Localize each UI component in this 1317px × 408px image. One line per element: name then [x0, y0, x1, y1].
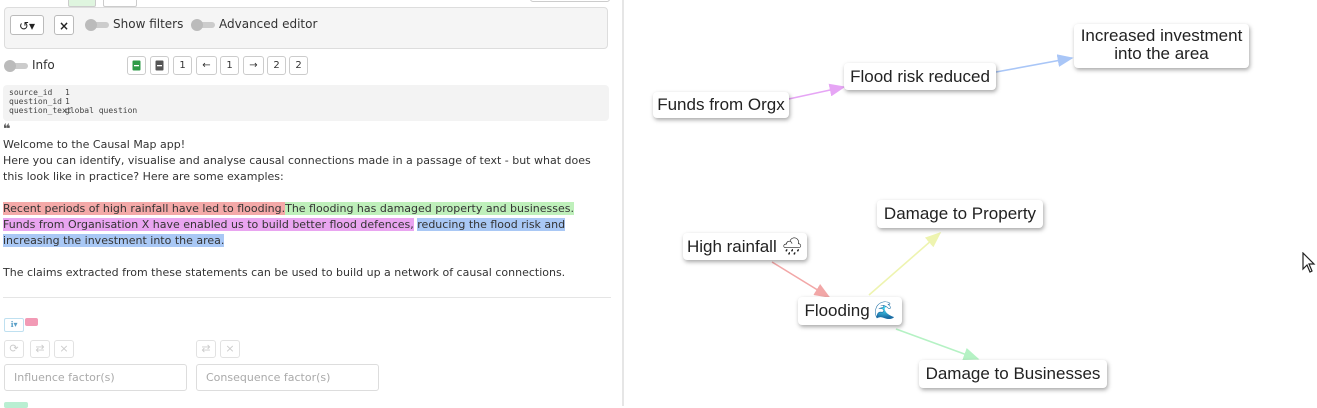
refresh-icon[interactable]: ⟳: [4, 340, 24, 358]
current-source-number[interactable]: 1: [173, 56, 192, 75]
edge-flooding-to-property[interactable]: [868, 231, 942, 296]
meta-value: 1: [65, 88, 70, 97]
highlight-quote[interactable]: The flooding has damaged property and bu…: [285, 202, 574, 215]
edge-funds-to-flood-risk[interactable]: [783, 83, 846, 101]
statement-outro: The claims extracted from these statemen…: [3, 266, 566, 279]
clear-icon[interactable]: ×: [220, 340, 240, 358]
clear-button[interactable]: ×: [54, 15, 74, 35]
next-button[interactable]: →: [243, 56, 264, 75]
meta-row: source_id 1: [9, 88, 70, 97]
highlight-quote[interactable]: Funds from Organisation X have enabled u…: [3, 218, 414, 231]
filter-bar: ↺▾ × Show filters Advanced editor: [4, 7, 608, 49]
first-statement-button[interactable]: [127, 56, 146, 75]
meta-key: source_id: [9, 88, 53, 97]
statement-panel: ↺▾ × Show filters Advanced editor Info 1…: [0, 0, 622, 408]
top-right-control-stub[interactable]: [530, 0, 610, 2]
intro-line: Here you can identify, visualise and ana…: [3, 154, 591, 183]
advanced-editor-toggle[interactable]: Advanced editor: [191, 17, 318, 31]
edge-flood-risk-to-investment[interactable]: [995, 54, 1074, 73]
quote-icon: ❝: [3, 122, 11, 137]
meta-key: question_text: [9, 106, 72, 115]
toggle-switch-icon[interactable]: [4, 59, 28, 72]
meta-row: question_id 1: [9, 97, 70, 106]
meta-value: 1: [65, 97, 70, 106]
edge-flooding-to-businesses[interactable]: [895, 328, 980, 361]
link-tag[interactable]: [4, 402, 28, 408]
last-page-button[interactable]: 2: [267, 56, 286, 75]
advanced-editor-label: Advanced editor: [219, 17, 318, 31]
consequence-factor-input[interactable]: Consequence factor(s): [196, 364, 379, 391]
previous-button[interactable]: ←: [196, 56, 217, 75]
info-dropdown-icon[interactable]: ℹ▾: [4, 318, 24, 332]
show-filters-toggle[interactable]: Show filters: [85, 17, 184, 31]
intro-line: Welcome to the Causal Map app!: [3, 138, 186, 151]
meta-key: question_id: [9, 97, 62, 106]
toggle-switch-icon[interactable]: [191, 18, 215, 31]
swap-icon[interactable]: ⇄: [30, 340, 50, 358]
edge-rainfall-to-flooding[interactable]: [771, 261, 831, 298]
highlight-quote[interactable]: Recent periods of high rainfall have led…: [3, 202, 286, 215]
swap-icon[interactable]: ⇄: [196, 340, 216, 358]
statement-intro: Welcome to the Causal Map app! Here you …: [3, 137, 608, 185]
meta-row: question_textglobal question: [9, 106, 137, 115]
node-funds-from-orgx[interactable]: Funds from Orgx: [653, 92, 789, 118]
node-damage-to-businesses[interactable]: Damage to Businesses: [919, 360, 1107, 388]
document-green-icon: [132, 60, 141, 71]
mouse-cursor-icon: [1302, 252, 1316, 273]
node-high-rainfall[interactable]: High rainfall 🌧: [683, 233, 807, 260]
info-label: Info: [32, 58, 55, 72]
color-tag[interactable]: [25, 318, 38, 326]
statement-metadata: source_id 1 question_id 1 question_textglo…: [3, 85, 609, 121]
node-flood-risk-reduced[interactable]: Flood risk reduced: [844, 63, 996, 90]
clear-icon[interactable]: ×: [54, 340, 74, 358]
tab-stub[interactable]: [68, 0, 96, 7]
node-flooding[interactable]: Flooding 🌊: [798, 297, 902, 325]
toggle-switch-icon[interactable]: [85, 18, 109, 31]
statement-highlights: Recent periods of high rainfall have led…: [3, 201, 608, 249]
undo-dropdown-button[interactable]: ↺▾: [10, 15, 44, 35]
node-damage-to-property[interactable]: Damage to Property: [877, 200, 1043, 228]
document-dark-icon: [155, 60, 164, 71]
total-pages: 2: [289, 56, 308, 75]
causal-map-canvas[interactable]: Funds from Orgx Flood risk reduced Incre…: [624, 0, 1317, 406]
influence-factor-input[interactable]: Influence factor(s): [4, 364, 187, 391]
node-increased-investment[interactable]: Increased investment into the area: [1074, 24, 1249, 68]
page-number[interactable]: 1: [220, 56, 239, 75]
last-statement-button[interactable]: [150, 56, 169, 75]
info-toggle[interactable]: Info: [4, 58, 55, 72]
show-filters-label: Show filters: [113, 17, 184, 31]
meta-value: global question: [65, 106, 138, 115]
section-divider: [3, 297, 611, 298]
tab-stub[interactable]: [103, 0, 138, 7]
